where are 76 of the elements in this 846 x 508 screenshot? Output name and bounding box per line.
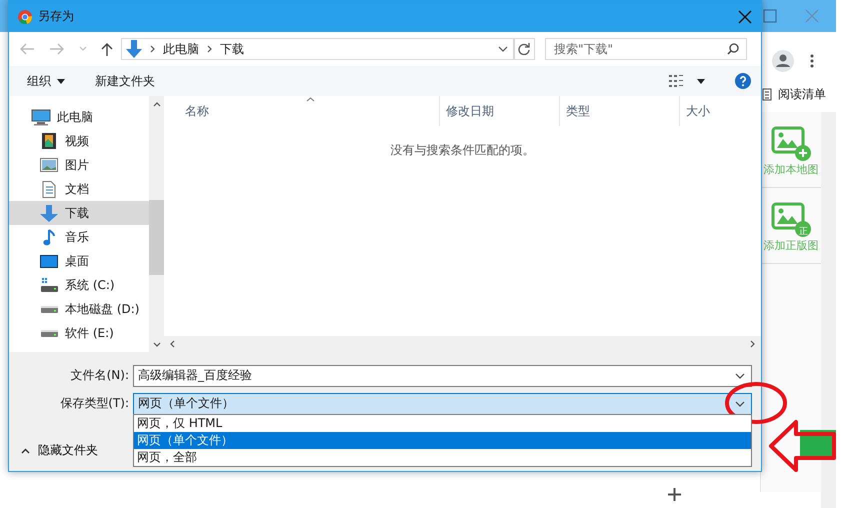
filename-field[interactable]: 高级编辑器_百度经验	[133, 364, 752, 386]
search-icon[interactable]	[727, 43, 739, 55]
nav-item[interactable]: 此电脑	[9, 105, 149, 129]
column-header[interactable]: 修改日期	[440, 96, 560, 126]
organize-menu[interactable]: 组织	[19, 68, 73, 94]
download-icon	[40, 204, 58, 222]
refresh-icon	[518, 43, 530, 55]
window-title: 另存为	[38, 8, 74, 25]
nav-item[interactable]: 桌面	[9, 249, 149, 273]
nav-item[interactable]: 视频	[9, 129, 149, 153]
nav-item[interactable]: 下载	[9, 201, 149, 225]
scroll-left-icon[interactable]	[170, 340, 175, 348]
download-icon	[126, 40, 142, 58]
dropdown-option[interactable]: 网页，仅 HTML	[134, 415, 751, 432]
drive-icon	[40, 306, 58, 312]
nav-item[interactable]: 系统 (C:)	[9, 273, 149, 297]
chevron-icon	[150, 45, 155, 53]
field-label: 文件名(N):	[70, 367, 130, 384]
document-icon	[42, 180, 56, 198]
nav-item[interactable]: 软件 (E:)	[9, 321, 149, 345]
annotation-circle	[724, 381, 788, 425]
badge-text: 正	[799, 226, 808, 238]
empty-message: 没有与搜索条件匹配的项。	[390, 142, 536, 159]
column-header[interactable]: 大小	[680, 96, 755, 126]
column-header[interactable]: 名称	[164, 96, 440, 126]
dropdown-icon	[735, 372, 745, 378]
nav-item[interactable]: 本地磁盘 (D:)	[9, 297, 149, 321]
up-icon[interactable]	[101, 42, 113, 56]
maximize-icon[interactable]	[763, 9, 777, 23]
browser-icon	[18, 10, 32, 24]
more-icon[interactable]	[810, 54, 814, 68]
drive-icon	[40, 330, 58, 336]
scroll-thumb[interactable]	[149, 200, 164, 275]
nav-item[interactable]: 文档	[9, 177, 149, 201]
drive-icon	[40, 278, 58, 292]
scroll-right-icon[interactable]	[750, 340, 755, 348]
annotation-arrow	[768, 418, 838, 474]
field-label: 保存类型(T):	[59, 395, 130, 412]
address-bar[interactable]: 此电脑 下载	[121, 38, 515, 60]
close-icon[interactable]	[738, 10, 752, 24]
dropdown-option[interactable]: 网页（单个文件）	[134, 432, 751, 449]
hide-folders-button[interactable]: 隐藏文件夹	[19, 440, 100, 461]
music-note-icon	[43, 228, 55, 246]
help-icon[interactable]	[735, 73, 751, 89]
new-folder-button[interactable]: 新建文件夹	[87, 68, 163, 94]
sort-icon	[306, 97, 315, 102]
add-image-icon	[771, 126, 811, 162]
reading-list-link[interactable]: 阅读清单	[778, 86, 826, 103]
nav-item[interactable]: 图片	[9, 153, 149, 177]
dropdown-option[interactable]: 网页，全部	[134, 449, 751, 466]
scroll-down-icon[interactable]	[152, 342, 160, 347]
refresh-button[interactable]	[513, 38, 535, 60]
column-header[interactable]: 类型	[560, 96, 680, 126]
chevron-icon	[207, 45, 212, 53]
search-field[interactable]: 搜索"下载"	[545, 38, 747, 60]
view-icon[interactable]	[669, 75, 683, 87]
computer-icon	[31, 108, 51, 126]
nav-item[interactable]: 音乐	[9, 225, 149, 249]
breadcrumb-item[interactable]: 下载	[220, 40, 244, 58]
film-icon	[42, 133, 56, 149]
dropdown-icon	[735, 400, 745, 406]
breadcrumb-item[interactable]: 此电脑	[163, 40, 199, 58]
save-type-dropdown[interactable]: 网页（单个文件）	[133, 392, 752, 414]
image-icon	[771, 202, 811, 238]
scroll-up-icon[interactable]	[152, 102, 160, 107]
list-icon	[762, 88, 772, 101]
avatar-icon[interactable]	[772, 50, 794, 72]
desktop-icon	[40, 254, 58, 268]
plus-icon[interactable]	[668, 488, 681, 501]
caret-icon[interactable]	[697, 78, 705, 84]
scrollbar[interactable]	[149, 96, 164, 352]
caret-icon	[57, 78, 65, 84]
picture-icon	[40, 158, 58, 172]
caret-icon	[21, 448, 30, 454]
scrollbar[interactable]	[821, 112, 836, 508]
dropdown-icon[interactable]	[498, 46, 508, 52]
